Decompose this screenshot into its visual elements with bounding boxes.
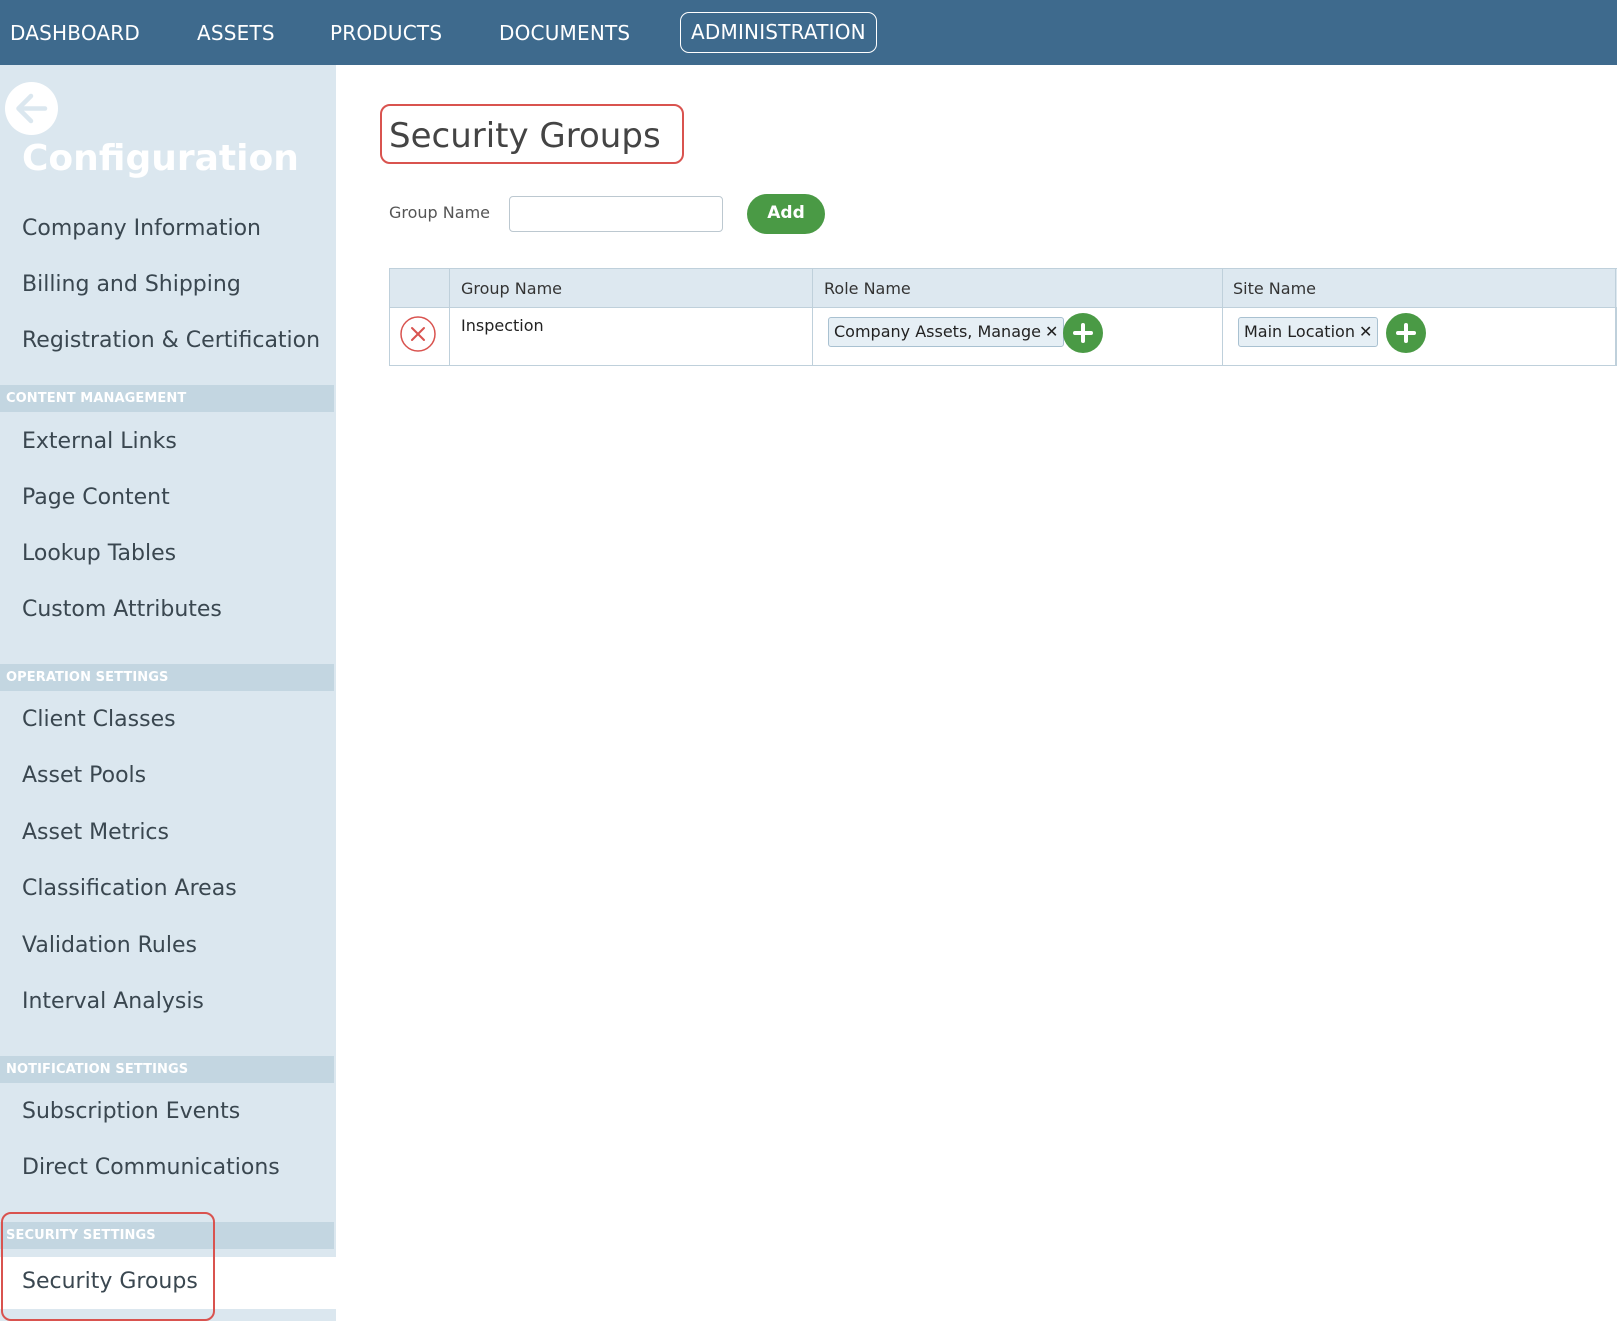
sidebar-title: Configuration xyxy=(22,138,299,179)
column-header-role-name[interactable]: Role Name xyxy=(824,279,911,298)
section-header-content-management: CONTENT MANAGEMENT xyxy=(0,385,334,412)
plus-icon xyxy=(1073,323,1093,343)
nav-dashboard[interactable]: DASHBOARD xyxy=(10,12,140,54)
arrow-left-icon xyxy=(16,93,48,124)
page-title: Security Groups xyxy=(389,116,661,156)
add-role-button[interactable] xyxy=(1063,313,1103,353)
nav-assets[interactable]: ASSETS xyxy=(197,12,275,54)
plus-icon xyxy=(1396,323,1416,343)
sidebar: Configuration Company Information Billin… xyxy=(0,65,336,1321)
sidebar-item-asset-metrics[interactable]: Asset Metrics xyxy=(22,820,169,845)
remove-tag-icon[interactable]: ✕ xyxy=(1359,322,1372,341)
site-tag-label: Main Location xyxy=(1244,322,1355,341)
sidebar-item-direct-communications[interactable]: Direct Communications xyxy=(22,1155,280,1180)
column-header-site-name[interactable]: Site Name xyxy=(1233,279,1316,298)
sidebar-item-custom-attributes[interactable]: Custom Attributes xyxy=(22,597,222,622)
column-divider xyxy=(1222,269,1223,366)
nav-administration[interactable]: ADMINISTRATION xyxy=(680,12,877,53)
table-header: Group Name Role Name Site Name xyxy=(390,269,1617,308)
nav-documents[interactable]: DOCUMENTS xyxy=(499,12,630,54)
sidebar-item-external-links[interactable]: External Links xyxy=(22,429,177,454)
group-name-cell: Inspection xyxy=(461,316,544,335)
sidebar-item-billing-and-shipping[interactable]: Billing and Shipping xyxy=(22,272,241,297)
section-header-operation-settings: OPERATION SETTINGS xyxy=(0,664,334,691)
group-name-input[interactable] xyxy=(509,196,723,232)
sidebar-item-validation-rules[interactable]: Validation Rules xyxy=(22,933,197,958)
sidebar-item-subscription-events[interactable]: Subscription Events xyxy=(22,1099,240,1124)
section-header-notification-settings: NOTIFICATION SETTINGS xyxy=(0,1056,334,1083)
sidebar-item-lookup-tables[interactable]: Lookup Tables xyxy=(22,541,176,566)
sidebar-item-client-classes[interactable]: Client Classes xyxy=(22,707,176,732)
sidebar-item-interval-analysis[interactable]: Interval Analysis xyxy=(22,989,204,1014)
close-circle-icon xyxy=(400,316,436,352)
add-button[interactable]: Add xyxy=(747,194,825,234)
group-name-label: Group Name xyxy=(389,203,490,222)
section-header-label: NOTIFICATION SETTINGS xyxy=(6,1062,189,1077)
security-groups-table: Group Name Role Name Site Name Inspectio… xyxy=(389,268,1617,366)
sidebar-item-security-groups[interactable]: Security Groups xyxy=(0,1257,336,1309)
column-divider xyxy=(812,269,813,366)
sidebar-item-page-content[interactable]: Page Content xyxy=(22,485,170,510)
back-button[interactable] xyxy=(5,82,58,135)
sidebar-item-asset-pools[interactable]: Asset Pools xyxy=(22,763,146,788)
section-header-label: SECURITY SETTINGS xyxy=(6,1228,156,1243)
section-header-label: CONTENT MANAGEMENT xyxy=(6,391,187,406)
add-site-button[interactable] xyxy=(1386,313,1426,353)
delete-row-button[interactable] xyxy=(400,316,436,352)
section-header-security-settings: SECURITY SETTINGS xyxy=(0,1222,334,1249)
sidebar-item-classification-areas[interactable]: Classification Areas xyxy=(22,876,237,901)
remove-tag-icon[interactable]: ✕ xyxy=(1045,322,1058,341)
role-tag-label: Company Assets, Manage xyxy=(834,322,1041,341)
column-header-group-name[interactable]: Group Name xyxy=(461,279,562,298)
nav-products[interactable]: PRODUCTS xyxy=(330,12,442,54)
section-header-label: OPERATION SETTINGS xyxy=(6,670,169,685)
column-divider xyxy=(449,269,450,366)
sidebar-item-registration-certification[interactable]: Registration & Certification xyxy=(22,328,320,353)
sidebar-item-company-information[interactable]: Company Information xyxy=(22,216,261,241)
site-tag: Main Location ✕ xyxy=(1238,317,1379,347)
column-divider xyxy=(1615,269,1616,366)
top-navigation: DASHBOARD ASSETS PRODUCTS DOCUMENTS ADMI… xyxy=(0,0,1617,65)
sidebar-item-label: Security Groups xyxy=(22,1269,198,1294)
role-tag: Company Assets, Manage ✕ xyxy=(828,317,1065,347)
